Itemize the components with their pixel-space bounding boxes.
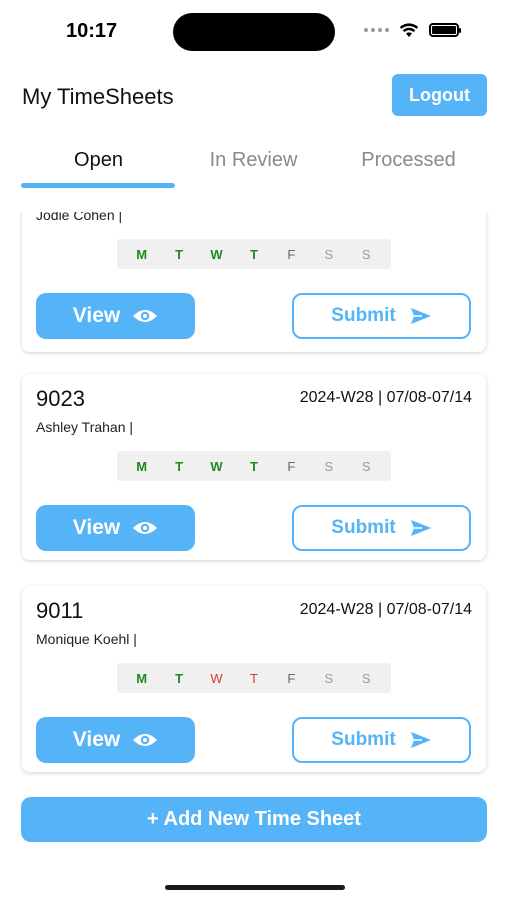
day-sunday: S — [361, 246, 371, 262]
view-button-label: View — [72, 304, 121, 327]
send-icon — [410, 520, 431, 536]
submit-button-label: Submit — [331, 517, 396, 538]
page-title: My TimeSheets — [22, 84, 174, 109]
timesheet-week: 2024-W28 | 07/08-07/14 — [299, 601, 472, 618]
status-icons — [364, 22, 461, 38]
day-wednesday: W — [210, 246, 223, 262]
timesheets-screen: 10:17 My TimeSheets Logout Open In Revie… — [0, 0, 507, 900]
submit-button-label: Submit — [331, 305, 396, 326]
day-thursday: T — [249, 246, 258, 262]
submit-button[interactable]: Submit — [292, 505, 471, 551]
view-button[interactable]: View — [36, 505, 195, 551]
day-saturday: S — [324, 246, 334, 262]
day-status-strip: M T W T F S S — [117, 239, 391, 269]
dynamic-island — [173, 13, 335, 51]
employee-name: Jodie Cohen | — [36, 212, 123, 223]
employee-name: Monique Koehl | — [36, 631, 137, 647]
timesheet-card: 9011 2024-W28 | 07/08-07/14 Monique Koeh… — [22, 586, 486, 772]
day-monday: M — [136, 458, 148, 474]
day-wednesday: W — [210, 670, 223, 686]
day-status-strip: M T W T F S S — [117, 451, 391, 481]
day-thursday: T — [249, 458, 258, 474]
day-friday: F — [287, 670, 296, 686]
view-button-label: View — [72, 516, 121, 539]
timesheet-week: 2024-W28 | 07/08-07/14 — [299, 389, 472, 406]
add-new-timesheet-button[interactable]: + Add New Time Sheet — [21, 797, 487, 842]
timesheet-id: 9023 — [36, 386, 85, 411]
day-friday: F — [287, 246, 296, 262]
submit-button[interactable]: Submit — [292, 293, 471, 339]
day-sunday: S — [361, 458, 371, 474]
day-tuesday: T — [175, 670, 184, 686]
eye-icon — [133, 734, 158, 746]
timesheet-card: Jodie Cohen | M T W T F S S View Submit — [22, 212, 486, 352]
tab-open[interactable]: Open — [21, 149, 176, 172]
signal-icon — [364, 28, 389, 32]
day-tuesday: T — [175, 458, 184, 474]
eye-icon — [133, 522, 158, 534]
employee-name: Ashley Trahan | — [36, 419, 134, 435]
day-thursday: T — [249, 670, 258, 686]
eye-icon — [133, 310, 158, 322]
day-wednesday: W — [210, 458, 223, 474]
day-tuesday: T — [175, 246, 184, 262]
timesheet-list[interactable]: Jodie Cohen | M T W T F S S View Submit … — [0, 212, 507, 782]
send-icon — [410, 308, 431, 324]
day-monday: M — [136, 246, 148, 262]
submit-button-label: Submit — [331, 729, 396, 750]
view-button[interactable]: View — [36, 717, 195, 763]
timesheet-card: 9023 2024-W28 | 07/08-07/14 Ashley Traha… — [22, 374, 486, 560]
tab-in-review[interactable]: In Review — [176, 149, 331, 172]
view-button-label: View — [72, 728, 121, 751]
wifi-icon — [399, 23, 419, 37]
day-status-strip: M T W T F S S — [117, 663, 391, 693]
timesheet-id: 9011 — [36, 598, 84, 623]
tab-processed[interactable]: Processed — [331, 149, 486, 172]
day-sunday: S — [361, 670, 371, 686]
active-tab-indicator — [21, 183, 175, 188]
day-saturday: S — [324, 458, 334, 474]
send-icon — [410, 732, 431, 748]
day-friday: F — [287, 458, 296, 474]
home-indicator[interactable] — [165, 885, 345, 890]
submit-button[interactable]: Submit — [292, 717, 471, 763]
day-saturday: S — [324, 670, 334, 686]
logout-button[interactable]: Logout — [392, 74, 487, 116]
status-time: 10:17 — [66, 20, 118, 42]
battery-icon — [429, 23, 461, 37]
view-button[interactable]: View — [36, 293, 195, 339]
day-monday: M — [136, 670, 148, 686]
